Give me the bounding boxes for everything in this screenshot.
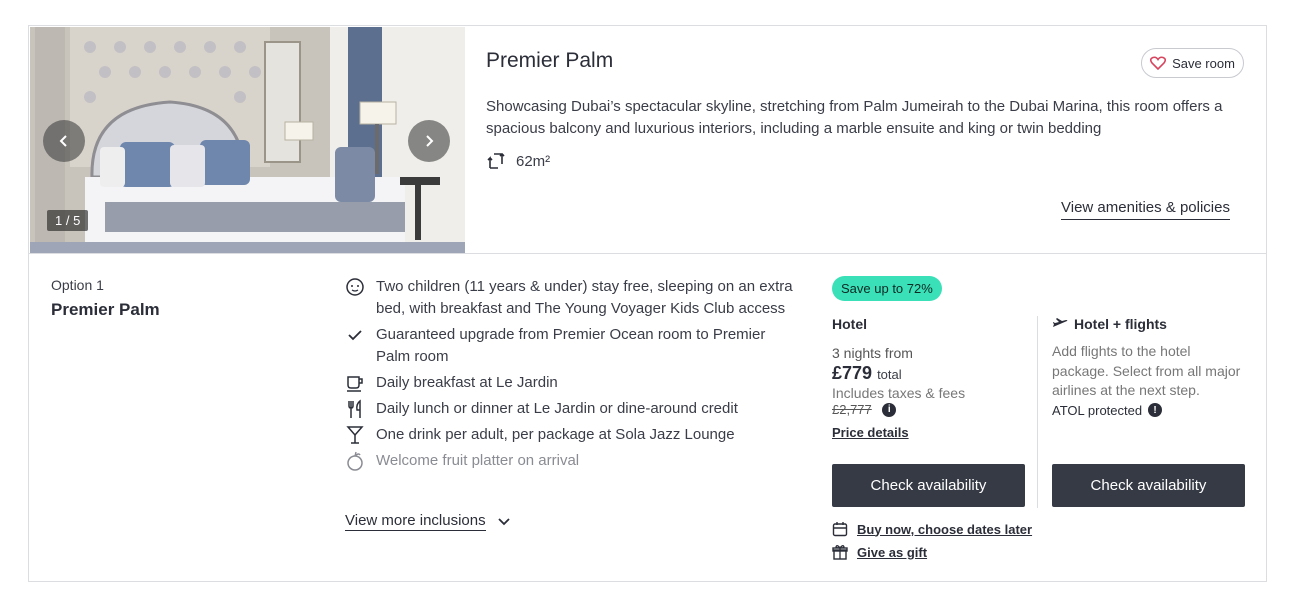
view-more-label: View more inclusions <box>345 512 486 531</box>
room-title: Premier Palm <box>486 49 614 72</box>
room-info: Premier Palm Save room Showcasing Dubai’… <box>485 26 1266 253</box>
view-more-inclusions-button[interactable]: View more inclusions <box>345 512 510 531</box>
was-price: £2,777 <box>832 402 872 417</box>
give-as-gift-link[interactable]: Give as gift <box>832 544 927 560</box>
option-name: Premier Palm <box>51 300 160 319</box>
buy-now-link[interactable]: Buy now, choose dates later <box>832 521 1032 537</box>
column-divider <box>1037 316 1038 508</box>
chevron-right-icon <box>426 135 434 147</box>
chevron-left-icon <box>59 135 67 147</box>
list-item: Welcome fruit platter on arrival <box>344 450 799 472</box>
list-item: Daily breakfast at Le Jardin <box>344 372 799 394</box>
coffee-cup-icon <box>344 372 366 394</box>
was-price-row: £2,777 i <box>832 401 1027 419</box>
price-value: £779 <box>832 363 873 383</box>
room-size: 62m² <box>486 152 550 170</box>
nights-from: 3 nights from <box>832 345 913 361</box>
atol-label: ATOL protected <box>1052 402 1143 418</box>
cocktail-icon <box>344 424 366 446</box>
room-photo <box>30 27 465 253</box>
inclusions-list: Two children (11 years & under) stay fre… <box>344 276 799 476</box>
flights-heading: Hotel + flights <box>1052 316 1242 332</box>
hotel-heading: Hotel <box>832 316 867 332</box>
hotel-pricing: Hotel 3 nights from £779 total Includes … <box>832 316 1027 440</box>
room-description: Showcasing Dubai’s spectacular skyline, … <box>486 98 1223 137</box>
hotel-price: £779 total <box>832 363 1027 384</box>
info-icon[interactable]: ! <box>1148 403 1163 417</box>
chevron-down-icon <box>497 517 510 525</box>
savings-badge: Save up to 72% <box>832 276 942 301</box>
child-face-icon <box>344 276 366 298</box>
flights-description: Add flights to the hotel package. Select… <box>1052 343 1241 398</box>
save-room-label: Save room <box>1172 55 1235 71</box>
calendar-icon <box>832 522 848 537</box>
list-item: One drink per adult, per package at Sola… <box>344 424 799 446</box>
option-label: Option 1 <box>51 277 104 293</box>
flights-heading-label: Hotel + flights <box>1074 316 1167 332</box>
room-gallery[interactable]: 1 / 5 <box>30 27 465 253</box>
gift-icon <box>832 545 848 560</box>
buy-now-label: Buy now, choose dates later <box>857 521 1033 537</box>
section-divider <box>29 253 1266 254</box>
list-item: Guaranteed upgrade from Premier Ocean ro… <box>344 324 799 368</box>
resize-arrows-icon <box>487 153 505 169</box>
hotel-flights-pricing: Hotel + flights Add flights to the hotel… <box>1052 316 1242 418</box>
info-icon[interactable]: i <box>882 402 897 417</box>
taxes-note: Includes taxes & fees <box>832 385 966 401</box>
price-details-link[interactable]: Price details <box>832 425 1027 440</box>
check-icon <box>344 324 366 346</box>
hotel-check-availability-button[interactable]: Check availability <box>832 464 1025 507</box>
list-item: Two children (11 years & under) stay fre… <box>344 276 799 320</box>
view-amenities-link[interactable]: View amenities & policies <box>1061 199 1230 220</box>
gift-label: Give as gift <box>857 544 928 560</box>
room-card: 1 / 5 Premier Palm Save room Showcasing … <box>28 25 1267 582</box>
fruit-icon <box>344 450 366 472</box>
plane-icon <box>1053 318 1068 327</box>
gallery-next-button[interactable] <box>408 120 450 162</box>
atol-note: ATOL protected ! <box>1052 403 1242 418</box>
gallery-counter: 1 / 5 <box>47 210 89 231</box>
save-room-button[interactable]: Save room <box>1141 48 1244 78</box>
list-item: Daily lunch or dinner at Le Jardin or di… <box>344 398 799 420</box>
fork-knife-icon <box>344 398 366 420</box>
heart-icon <box>1150 56 1167 70</box>
price-suffix: total <box>877 367 902 382</box>
gallery-prev-button[interactable] <box>43 120 85 162</box>
room-size-value: 62m² <box>516 152 551 170</box>
inclusions-fade <box>344 471 799 491</box>
flights-check-availability-button[interactable]: Check availability <box>1052 464 1245 507</box>
